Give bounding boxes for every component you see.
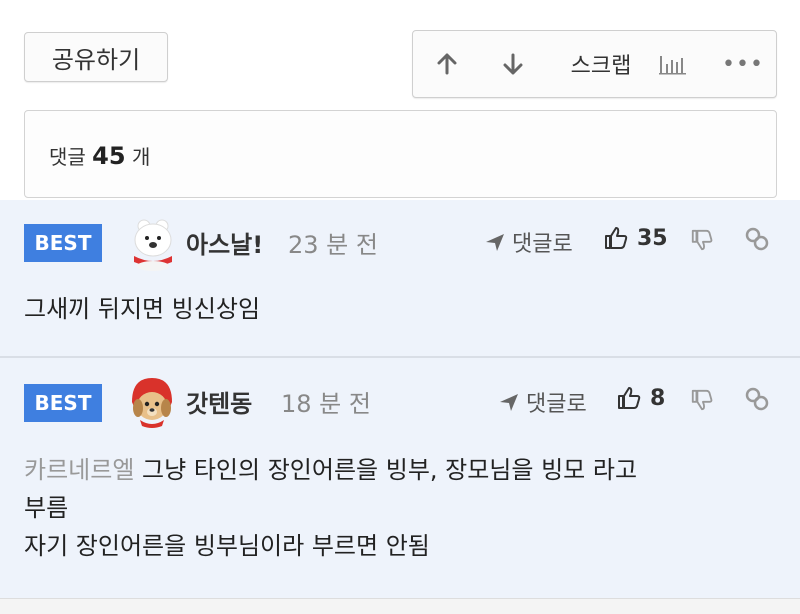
comment-line-text: 그냥 타인의 장인어른을 빙부, 장모님을 빙모 라고 (142, 456, 638, 484)
share-button[interactable]: 공유하기 (24, 32, 168, 82)
best-badge: BEST (24, 384, 102, 422)
reply-button[interactable]: 댓글로 (498, 386, 587, 418)
post-toolbar: 스크랩 ••• (412, 30, 777, 98)
comment-count-prefix: 댓글 (49, 145, 86, 169)
post-actions-area: 공유하기 스크랩 ••• 댓글 45 개 (0, 0, 800, 200)
scrap-button[interactable]: 스크랩 (551, 31, 651, 97)
comment-text: 그새끼 뒤지면 빙신상임 (24, 295, 261, 323)
link-icon[interactable] (744, 226, 770, 256)
comment-count-box: 댓글 45 개 (24, 110, 777, 198)
more-options-icon[interactable]: ••• (721, 31, 765, 97)
reply-button[interactable]: 댓글로 (484, 226, 573, 258)
like-count: 8 (650, 385, 666, 411)
comment-item: BEST 아스날! 23 분 전 댓글로 35 그새끼 뒤지면 빙신상임 (0, 200, 800, 356)
link-icon[interactable] (744, 386, 770, 416)
send-icon (500, 394, 518, 411)
comment-time: 23 분 전 (288, 231, 378, 259)
comment-nickname[interactable]: 갓텐동 (186, 384, 252, 419)
thumbs-up-icon (605, 227, 628, 249)
comment-item: BEST 갓텐동 18 분 전 댓글로 8 카르네르엘 그냥 타인의 장인어른을… (0, 358, 800, 598)
best-badge: BEST (24, 224, 102, 262)
bar-chart-icon[interactable] (651, 31, 695, 97)
thumbs-up-icon (618, 387, 641, 409)
reply-label: 댓글로 (526, 392, 587, 417)
thumbs-down-icon[interactable] (690, 228, 714, 256)
send-icon (486, 234, 504, 251)
like-button[interactable]: 8 (616, 385, 665, 411)
mention-username[interactable]: 카르네르엘 (24, 456, 134, 484)
comment-text: 카르네르엘 그냥 타인의 장인어른을 빙부, 장모님을 빙모 라고 부름 자기 … (24, 451, 637, 565)
arrow-down-icon[interactable] (493, 31, 533, 97)
comment-count: 댓글 45 개 (49, 141, 150, 170)
like-button[interactable]: 35 (603, 225, 668, 251)
comment-nickname[interactable]: 아스날! (186, 225, 263, 260)
comment-line: 자기 장인어른을 빙부님이라 부르면 안됨 (24, 532, 430, 560)
like-count: 35 (637, 225, 668, 251)
polar-bear-avatar-icon[interactable] (122, 212, 182, 272)
comment-line: 부름 (24, 494, 69, 522)
comment-time: 18 분 전 (281, 390, 371, 418)
comment-line: 카르네르엘 그냥 타인의 장인어른을 빙부, 장모님을 빙모 라고 (24, 451, 637, 489)
reply-label: 댓글로 (512, 232, 573, 257)
comment-count-number: 45 (92, 142, 126, 170)
bottom-divider (0, 598, 800, 614)
comment-count-suffix: 개 (131, 145, 151, 169)
arrow-up-icon[interactable] (427, 31, 467, 97)
puppy-avatar-icon[interactable] (122, 372, 182, 432)
thumbs-down-icon[interactable] (690, 388, 714, 416)
